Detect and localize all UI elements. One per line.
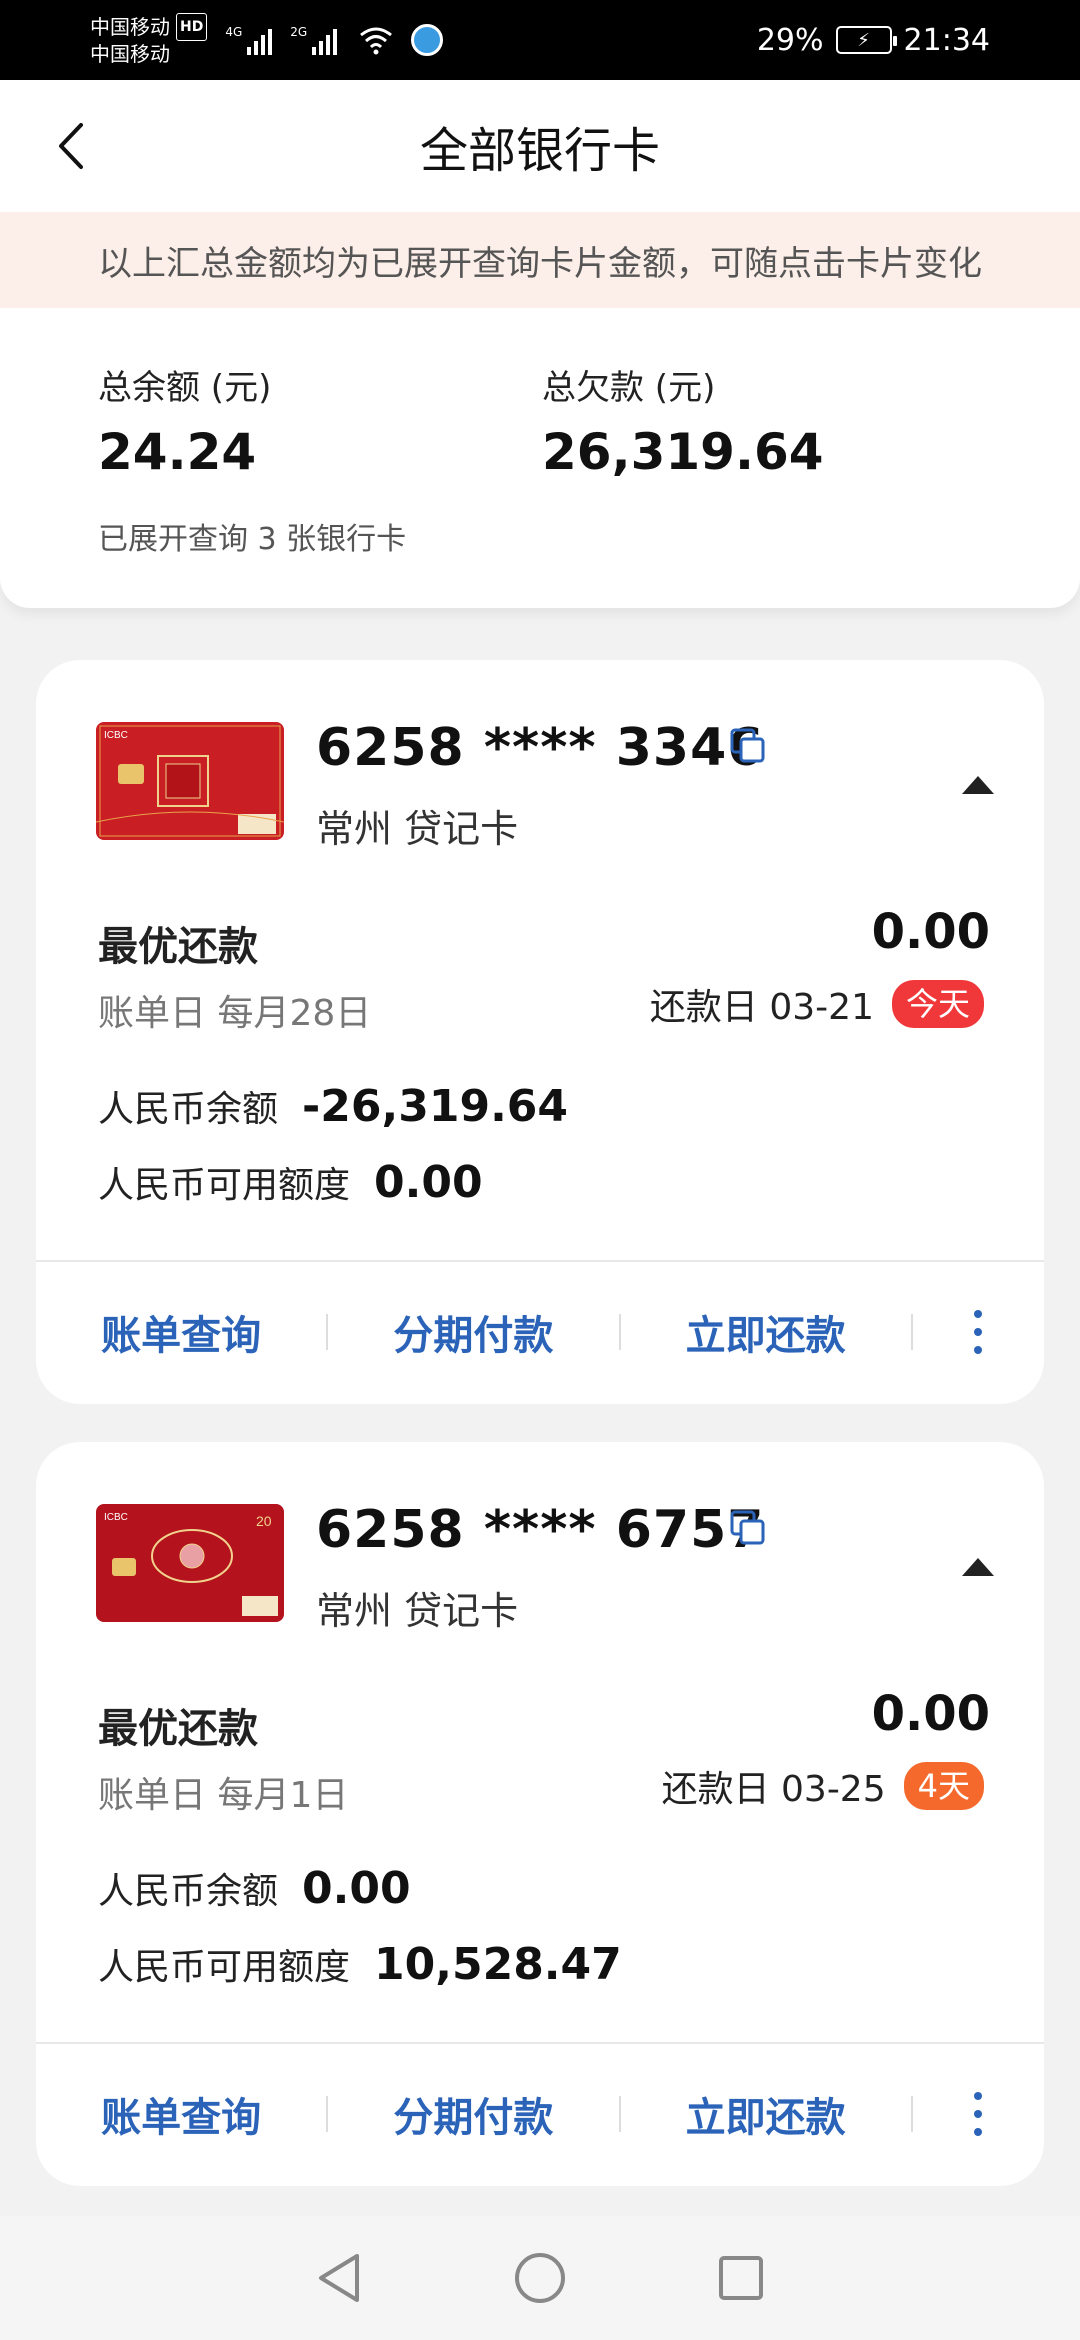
total-debt-value: 26,319.64 <box>542 423 824 481</box>
back-button[interactable] <box>40 116 100 176</box>
installment-button[interactable]: 分期付款 <box>328 2085 618 2143</box>
carrier-2: 中国移动 <box>90 42 170 66</box>
rmb-credit-row: 人民币可用额度 10,528.47 <box>98 1938 622 1990</box>
credit-card-image: ICBC 20 <box>96 1504 284 1622</box>
wifi-icon <box>360 27 393 55</box>
carrier-info: 中国移动 HD 中国移动 <box>90 13 208 67</box>
credit-card-image: ICBC <box>96 722 284 840</box>
total-balance-label: 总余额 (元) <box>98 368 272 408</box>
copy-icon[interactable] <box>728 1508 768 1548</box>
min-payment-value: 0.00 <box>871 1686 990 1742</box>
circle-home-icon[interactable] <box>513 2251 567 2305</box>
caret-up-icon[interactable] <box>960 1554 996 1578</box>
due-date: 还款日 03-25 <box>661 1769 886 1810</box>
status-right: 29% ⚡ 21:34 <box>757 23 990 58</box>
rmb-balance-label: 人民币余额 <box>98 1089 279 1130</box>
app-header: 全部银行卡 <box>0 80 1080 212</box>
more-vertical-icon <box>974 2092 983 2136</box>
battery-percent: 29% <box>756 22 824 58</box>
bill-day: 账单日 每月1日 <box>98 1775 349 1816</box>
total-balance-value: 24.24 <box>98 423 257 481</box>
more-button[interactable] <box>913 1308 1044 1356</box>
rmb-balance-label: 人民币余额 <box>98 1871 279 1912</box>
repay-now-button[interactable]: 立即还款 <box>621 2085 911 2143</box>
rmb-balance-row: 人民币余额 0.00 <box>98 1862 411 1914</box>
caret-up-icon[interactable] <box>960 772 996 796</box>
rmb-credit-row: 人民币可用额度 0.00 <box>98 1156 483 1208</box>
due-date-info: 还款日 03-25 4天 <box>662 1760 984 1812</box>
more-button[interactable] <box>913 2090 1044 2138</box>
repay-now-button[interactable]: 立即还款 <box>621 1303 911 1361</box>
card-number: 6258 **** 3346 <box>316 718 765 778</box>
bill-day: 账单日 每月28日 <box>98 993 372 1034</box>
card-actions: 账单查询 分期付款 立即还款 <box>36 1262 1044 1402</box>
rmb-credit-label: 人民币可用额度 <box>98 1165 351 1206</box>
min-payment-value: 0.00 <box>871 904 990 960</box>
total-debt-label: 总欠款 (元) <box>542 368 716 408</box>
due-date: 还款日 03-21 <box>649 987 874 1028</box>
rmb-credit-value: 0.00 <box>374 1157 483 1208</box>
rmb-balance-value: -26,319.64 <box>302 1081 569 1132</box>
triangle-back-icon[interactable] <box>315 2252 363 2304</box>
signal-4g-icon: 4G <box>225 25 273 55</box>
total-balance: 总余额 (元) 24.24 <box>98 360 271 481</box>
signal-2g-icon: 2G <box>290 25 338 55</box>
total-debt: 总欠款 (元) 26,319.64 <box>542 360 824 481</box>
more-vertical-icon <box>974 1310 983 1354</box>
bank-card-panel[interactable]: ICBC 6258 **** 3346 常州 贷记卡 最优还款 0.00 账单日… <box>36 660 1044 1404</box>
system-nav-bar <box>0 2216 1080 2340</box>
totals-summary: 总余额 (元) 24.24 总欠款 (元) 26,319.64 已展开查询 3 … <box>0 308 1080 608</box>
rmb-credit-value: 10,528.47 <box>374 1939 622 1990</box>
svg-text:ICBC: ICBC <box>104 730 128 741</box>
svg-text:ICBC: ICBC <box>104 1512 128 1523</box>
installment-button[interactable]: 分期付款 <box>328 1303 618 1361</box>
page-title: 全部银行卡 <box>419 123 660 179</box>
rmb-balance-row: 人民币余额 -26,319.64 <box>98 1080 568 1132</box>
min-payment-label: 最优还款 <box>98 924 258 970</box>
due-badge: 今天 <box>891 980 984 1028</box>
clock: 21:34 <box>903 22 990 58</box>
bank-card-panel[interactable]: ICBC 20 6258 **** 6757 常州 贷记卡 最优还款 0.00 … <box>36 1442 1044 2186</box>
summary-notice: 以上汇总金额均为已展开查询卡片金额，可随点击卡片变化 <box>0 212 1080 308</box>
status-left: 中国移动 HD 中国移动 4G 2G <box>90 13 444 67</box>
bill-query-button[interactable]: 账单查询 <box>36 1303 326 1361</box>
card-number: 6258 **** 6757 <box>316 1500 765 1560</box>
battery-icon: ⚡ <box>835 26 897 54</box>
min-payment-label: 最优还款 <box>98 1706 258 1752</box>
svg-text:20: 20 <box>256 1513 272 1529</box>
due-badge: 4天 <box>903 1762 984 1810</box>
rmb-balance-value: 0.00 <box>302 1863 411 1914</box>
carrier-1: 中国移动 <box>90 15 170 39</box>
bill-query-button[interactable]: 账单查询 <box>36 2085 326 2143</box>
card-type: 常州 贷记卡 <box>316 807 519 851</box>
square-recent-icon[interactable] <box>717 2254 765 2302</box>
hd-badge: HD <box>176 13 208 41</box>
rmb-credit-label: 人民币可用额度 <box>98 1947 351 1988</box>
due-date-info: 还款日 03-21 今天 <box>650 978 984 1030</box>
back-arrow-icon <box>59 123 83 169</box>
expanded-count-note: 已展开查询 3 张银行卡 <box>98 522 407 557</box>
status-bar: 中国移动 HD 中国移动 4G 2G 29% ⚡ 21:34 <box>0 0 1080 80</box>
card-type: 常州 贷记卡 <box>316 1589 519 1633</box>
card-actions: 账单查询 分期付款 立即还款 <box>36 2044 1044 2184</box>
copy-icon[interactable] <box>728 726 768 766</box>
app-notification-icon <box>411 24 444 56</box>
